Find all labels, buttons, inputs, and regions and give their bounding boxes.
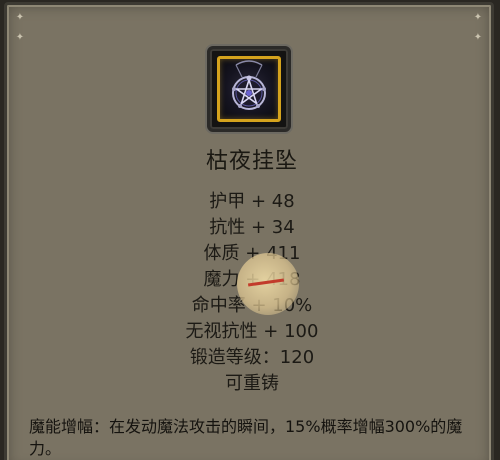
stat-hit-rate: 命中率 + 10% bbox=[191, 295, 313, 316]
stat-forge-level: 锻造等级：120 bbox=[189, 347, 315, 368]
item-tooltip-panel: ✦ ✦ ✦ ✦ 枯夜挂坠 护甲 + 48 抗性 + 34 体质 + 411 魔力 bbox=[4, 2, 494, 460]
pentagram-pendant-icon bbox=[232, 60, 266, 110]
stat-magic: 魔力 + 418 bbox=[203, 269, 301, 290]
corner-ornament-icon: ✦ bbox=[473, 32, 483, 43]
item-icon-frame bbox=[217, 56, 281, 122]
stat-armor: 护甲 + 48 bbox=[209, 191, 295, 212]
stat-reforgeable: 可重铸 bbox=[225, 373, 279, 394]
stat-resistance: 抗性 + 34 bbox=[209, 217, 295, 238]
stat-ignore-resistance: 无视抗性 + 100 bbox=[185, 321, 319, 342]
corner-ornament-icon: ✦ bbox=[15, 32, 25, 43]
corner-ornament-icon: ✦ bbox=[15, 12, 25, 23]
stat-list: 护甲 + 48 抗性 + 34 体质 + 411 魔力 + 418 命中率 + … bbox=[7, 189, 497, 397]
corner-ornament-icon: ✦ bbox=[473, 12, 483, 23]
item-description: 魔能增幅：在发动魔法攻击的瞬间，15%概率增幅300%的魔力。 bbox=[29, 417, 463, 458]
item-icon-slot bbox=[207, 46, 291, 132]
stat-constitution: 体质 + 411 bbox=[203, 243, 301, 264]
item-name: 枯夜挂坠 bbox=[205, 149, 298, 174]
